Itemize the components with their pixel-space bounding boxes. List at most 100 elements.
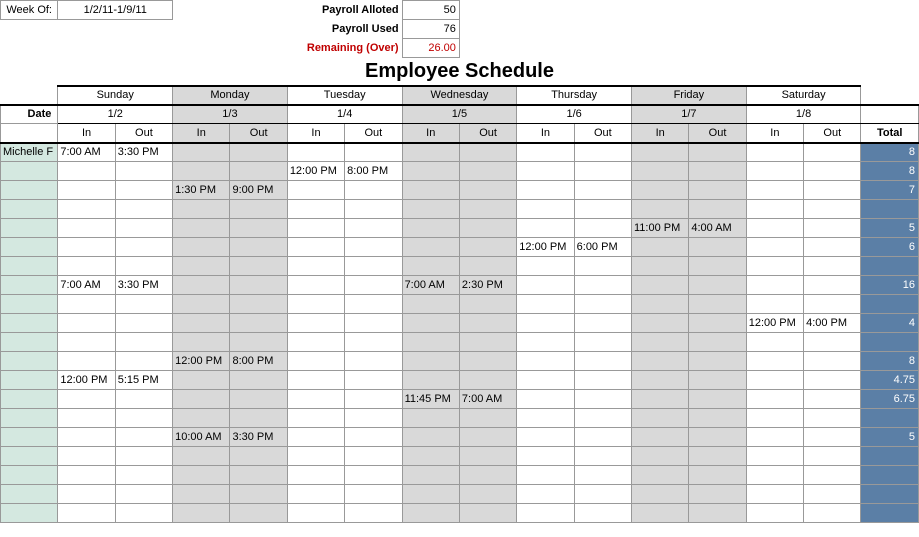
time-cell[interactable]	[574, 162, 631, 181]
time-cell[interactable]	[287, 333, 344, 352]
time-cell[interactable]	[746, 409, 803, 428]
time-cell[interactable]	[517, 219, 574, 238]
time-cell[interactable]	[459, 143, 516, 162]
time-cell[interactable]	[173, 371, 230, 390]
time-cell[interactable]	[345, 238, 402, 257]
time-cell[interactable]	[230, 504, 287, 523]
time-cell[interactable]	[459, 333, 516, 352]
time-cell[interactable]	[632, 295, 689, 314]
employee-name[interactable]	[1, 485, 58, 504]
time-cell[interactable]: 7:00 AM	[58, 276, 115, 295]
time-cell[interactable]	[345, 276, 402, 295]
time-cell[interactable]	[517, 447, 574, 466]
time-cell[interactable]	[746, 371, 803, 390]
time-cell[interactable]	[287, 466, 344, 485]
time-cell[interactable]	[173, 238, 230, 257]
time-cell[interactable]	[58, 200, 115, 219]
time-cell[interactable]	[517, 257, 574, 276]
time-cell[interactable]	[402, 485, 459, 504]
time-cell[interactable]: 11:45 PM	[402, 390, 459, 409]
time-cell[interactable]	[173, 295, 230, 314]
time-cell[interactable]	[58, 447, 115, 466]
time-cell[interactable]	[689, 390, 746, 409]
employee-name[interactable]	[1, 390, 58, 409]
time-cell[interactable]	[689, 295, 746, 314]
time-cell[interactable]	[402, 143, 459, 162]
time-cell[interactable]	[345, 181, 402, 200]
time-cell[interactable]	[804, 447, 861, 466]
time-cell[interactable]	[804, 409, 861, 428]
time-cell[interactable]	[689, 314, 746, 333]
time-cell[interactable]	[517, 162, 574, 181]
time-cell[interactable]	[230, 295, 287, 314]
time-cell[interactable]	[402, 447, 459, 466]
time-cell[interactable]	[345, 333, 402, 352]
time-cell[interactable]: 11:00 PM	[632, 219, 689, 238]
time-cell[interactable]	[689, 371, 746, 390]
time-cell[interactable]	[689, 143, 746, 162]
time-cell[interactable]	[173, 504, 230, 523]
time-cell[interactable]	[689, 504, 746, 523]
time-cell[interactable]	[632, 238, 689, 257]
time-cell[interactable]	[804, 485, 861, 504]
time-cell[interactable]	[459, 466, 516, 485]
time-cell[interactable]	[345, 295, 402, 314]
time-cell[interactable]	[402, 333, 459, 352]
time-cell[interactable]	[574, 143, 631, 162]
time-cell[interactable]	[287, 485, 344, 504]
time-cell[interactable]	[804, 238, 861, 257]
employee-name[interactable]	[1, 428, 58, 447]
time-cell[interactable]	[517, 352, 574, 371]
time-cell[interactable]	[689, 485, 746, 504]
time-cell[interactable]	[632, 371, 689, 390]
time-cell[interactable]	[115, 485, 172, 504]
time-cell[interactable]	[574, 276, 631, 295]
time-cell[interactable]	[402, 200, 459, 219]
time-cell[interactable]	[173, 333, 230, 352]
time-cell[interactable]: 6:00 PM	[574, 238, 631, 257]
time-cell[interactable]	[804, 181, 861, 200]
time-cell[interactable]: 3:30 PM	[115, 276, 172, 295]
time-cell[interactable]	[345, 352, 402, 371]
time-cell[interactable]	[345, 143, 402, 162]
time-cell[interactable]	[58, 485, 115, 504]
time-cell[interactable]	[459, 162, 516, 181]
time-cell[interactable]: 8:00 PM	[230, 352, 287, 371]
time-cell[interactable]	[402, 162, 459, 181]
time-cell[interactable]	[574, 333, 631, 352]
time-cell[interactable]	[230, 390, 287, 409]
employee-name[interactable]	[1, 200, 58, 219]
time-cell[interactable]	[58, 238, 115, 257]
time-cell[interactable]	[287, 371, 344, 390]
time-cell[interactable]	[402, 409, 459, 428]
time-cell[interactable]	[230, 143, 287, 162]
time-cell[interactable]	[345, 257, 402, 276]
time-cell[interactable]	[746, 200, 803, 219]
time-cell[interactable]	[632, 200, 689, 219]
time-cell[interactable]	[517, 143, 574, 162]
time-cell[interactable]	[345, 504, 402, 523]
time-cell[interactable]	[402, 181, 459, 200]
time-cell[interactable]	[632, 314, 689, 333]
time-cell[interactable]	[804, 143, 861, 162]
time-cell[interactable]	[58, 162, 115, 181]
time-cell[interactable]	[517, 314, 574, 333]
time-cell[interactable]	[459, 352, 516, 371]
time-cell[interactable]	[632, 447, 689, 466]
time-cell[interactable]	[804, 219, 861, 238]
time-cell[interactable]	[574, 466, 631, 485]
time-cell[interactable]	[345, 390, 402, 409]
time-cell[interactable]	[746, 466, 803, 485]
time-cell[interactable]	[517, 276, 574, 295]
time-cell[interactable]	[746, 333, 803, 352]
time-cell[interactable]	[173, 485, 230, 504]
time-cell[interactable]	[173, 390, 230, 409]
time-cell[interactable]	[115, 352, 172, 371]
time-cell[interactable]: 3:30 PM	[115, 143, 172, 162]
time-cell[interactable]	[517, 428, 574, 447]
time-cell[interactable]	[459, 238, 516, 257]
time-cell[interactable]	[689, 162, 746, 181]
time-cell[interactable]	[804, 333, 861, 352]
time-cell[interactable]	[746, 485, 803, 504]
time-cell[interactable]	[574, 428, 631, 447]
